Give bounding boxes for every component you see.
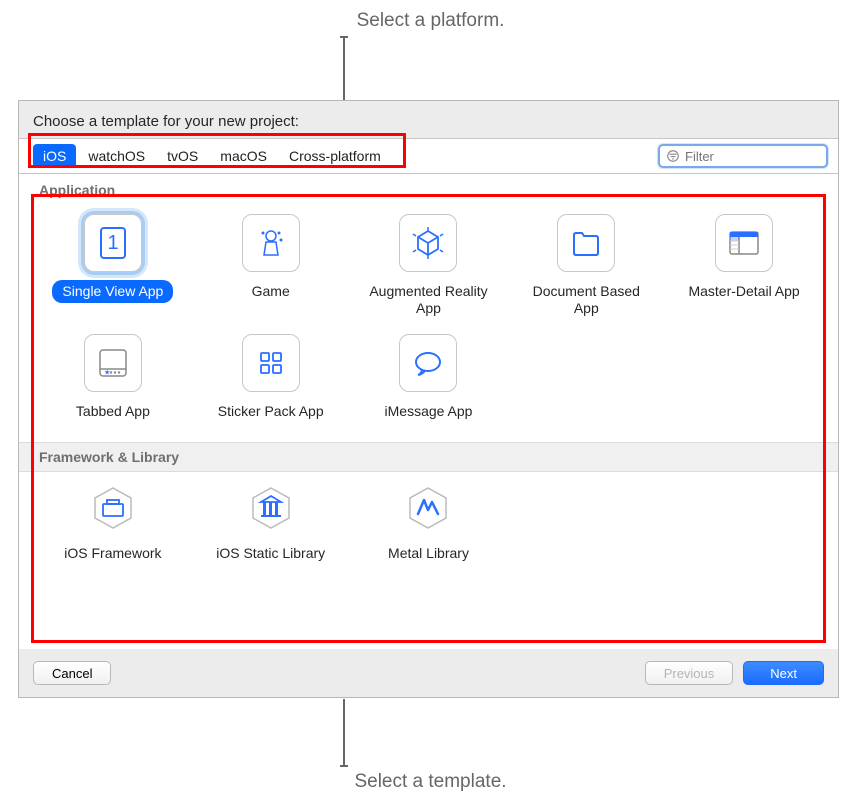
tabbed-icon: ★: [84, 334, 142, 392]
template-master-detail[interactable]: Master-Detail App: [670, 214, 818, 320]
template-label: iOS Framework: [54, 542, 171, 565]
callout-top: Select a platform.: [0, 10, 857, 102]
prompt-label: Choose a template for your new project:: [19, 101, 838, 138]
filter-icon: [666, 149, 680, 163]
callout-top-label: Select a platform.: [357, 10, 505, 32]
svg-text:★: ★: [104, 368, 110, 376]
filter-input[interactable]: [685, 149, 820, 164]
application-grid: 1 Single View App Game Augmented Reality…: [19, 204, 838, 442]
template-label: iMessage App: [375, 400, 483, 423]
section-header-application: Application: [19, 174, 838, 204]
svg-text:1: 1: [107, 232, 118, 254]
callout-bottom: Select a template.: [0, 699, 857, 793]
metal-icon: [402, 482, 454, 534]
template-tabbed-app[interactable]: ★ Tabbed App: [39, 334, 187, 423]
document-icon: [557, 214, 615, 272]
single-view-app-icon: 1: [84, 214, 142, 272]
next-button[interactable]: Next: [743, 661, 824, 685]
tab-watchos[interactable]: watchOS: [78, 144, 155, 168]
callout-top-line: [343, 36, 345, 102]
tab-crossplatform[interactable]: Cross-platform: [279, 144, 391, 168]
game-icon: [242, 214, 300, 272]
template-label: Sticker Pack App: [208, 400, 334, 423]
new-project-sheet: Choose a template for your new project: …: [18, 100, 839, 698]
template-single-view-app[interactable]: 1 Single View App: [39, 214, 187, 320]
template-label: Metal Library: [378, 542, 479, 565]
template-sticker-pack[interactable]: Sticker Pack App: [197, 334, 345, 423]
master-detail-icon: [715, 214, 773, 272]
template-label: Single View App: [52, 280, 173, 303]
template-label: iOS Static Library: [206, 542, 335, 565]
filter-field[interactable]: [658, 144, 828, 168]
template-label: Game: [242, 280, 300, 303]
platform-tab-bar: iOS watchOS tvOS macOS Cross-platform: [19, 138, 838, 174]
static-library-icon: [245, 482, 297, 534]
imessage-icon: [399, 334, 457, 392]
template-label: Master-Detail App: [678, 280, 809, 303]
template-metal-library[interactable]: Metal Library: [355, 482, 503, 565]
platform-tabs: iOS watchOS tvOS macOS Cross-platform: [29, 142, 395, 170]
framework-icon: [87, 482, 139, 534]
template-game[interactable]: Game: [197, 214, 345, 320]
ar-icon: [399, 214, 457, 272]
template-ios-static-library[interactable]: iOS Static Library: [197, 482, 345, 565]
template-imessage[interactable]: iMessage App: [355, 334, 503, 423]
template-document-based[interactable]: Document Based App: [512, 214, 660, 320]
template-label: Augmented Reality App: [355, 280, 503, 320]
template-augmented-reality[interactable]: Augmented Reality App: [355, 214, 503, 320]
tab-ios[interactable]: iOS: [33, 144, 76, 168]
template-content: Application 1 Single View App Game Augme…: [19, 174, 838, 649]
cancel-button[interactable]: Cancel: [33, 661, 111, 685]
previous-button: Previous: [645, 661, 734, 685]
tab-macos[interactable]: macOS: [210, 144, 277, 168]
template-ios-framework[interactable]: iOS Framework: [39, 482, 187, 565]
callout-bottom-line: [343, 699, 345, 767]
tab-tvos[interactable]: tvOS: [157, 144, 208, 168]
section-header-framework: Framework & Library: [19, 442, 838, 472]
sticker-icon: [242, 334, 300, 392]
footer: Cancel Previous Next: [19, 649, 838, 697]
template-label: Document Based App: [512, 280, 660, 320]
template-label: Tabbed App: [66, 400, 160, 423]
callout-bottom-label: Select a template.: [354, 771, 506, 793]
framework-grid: iOS Framework iOS Static Library Metal L…: [19, 472, 838, 585]
